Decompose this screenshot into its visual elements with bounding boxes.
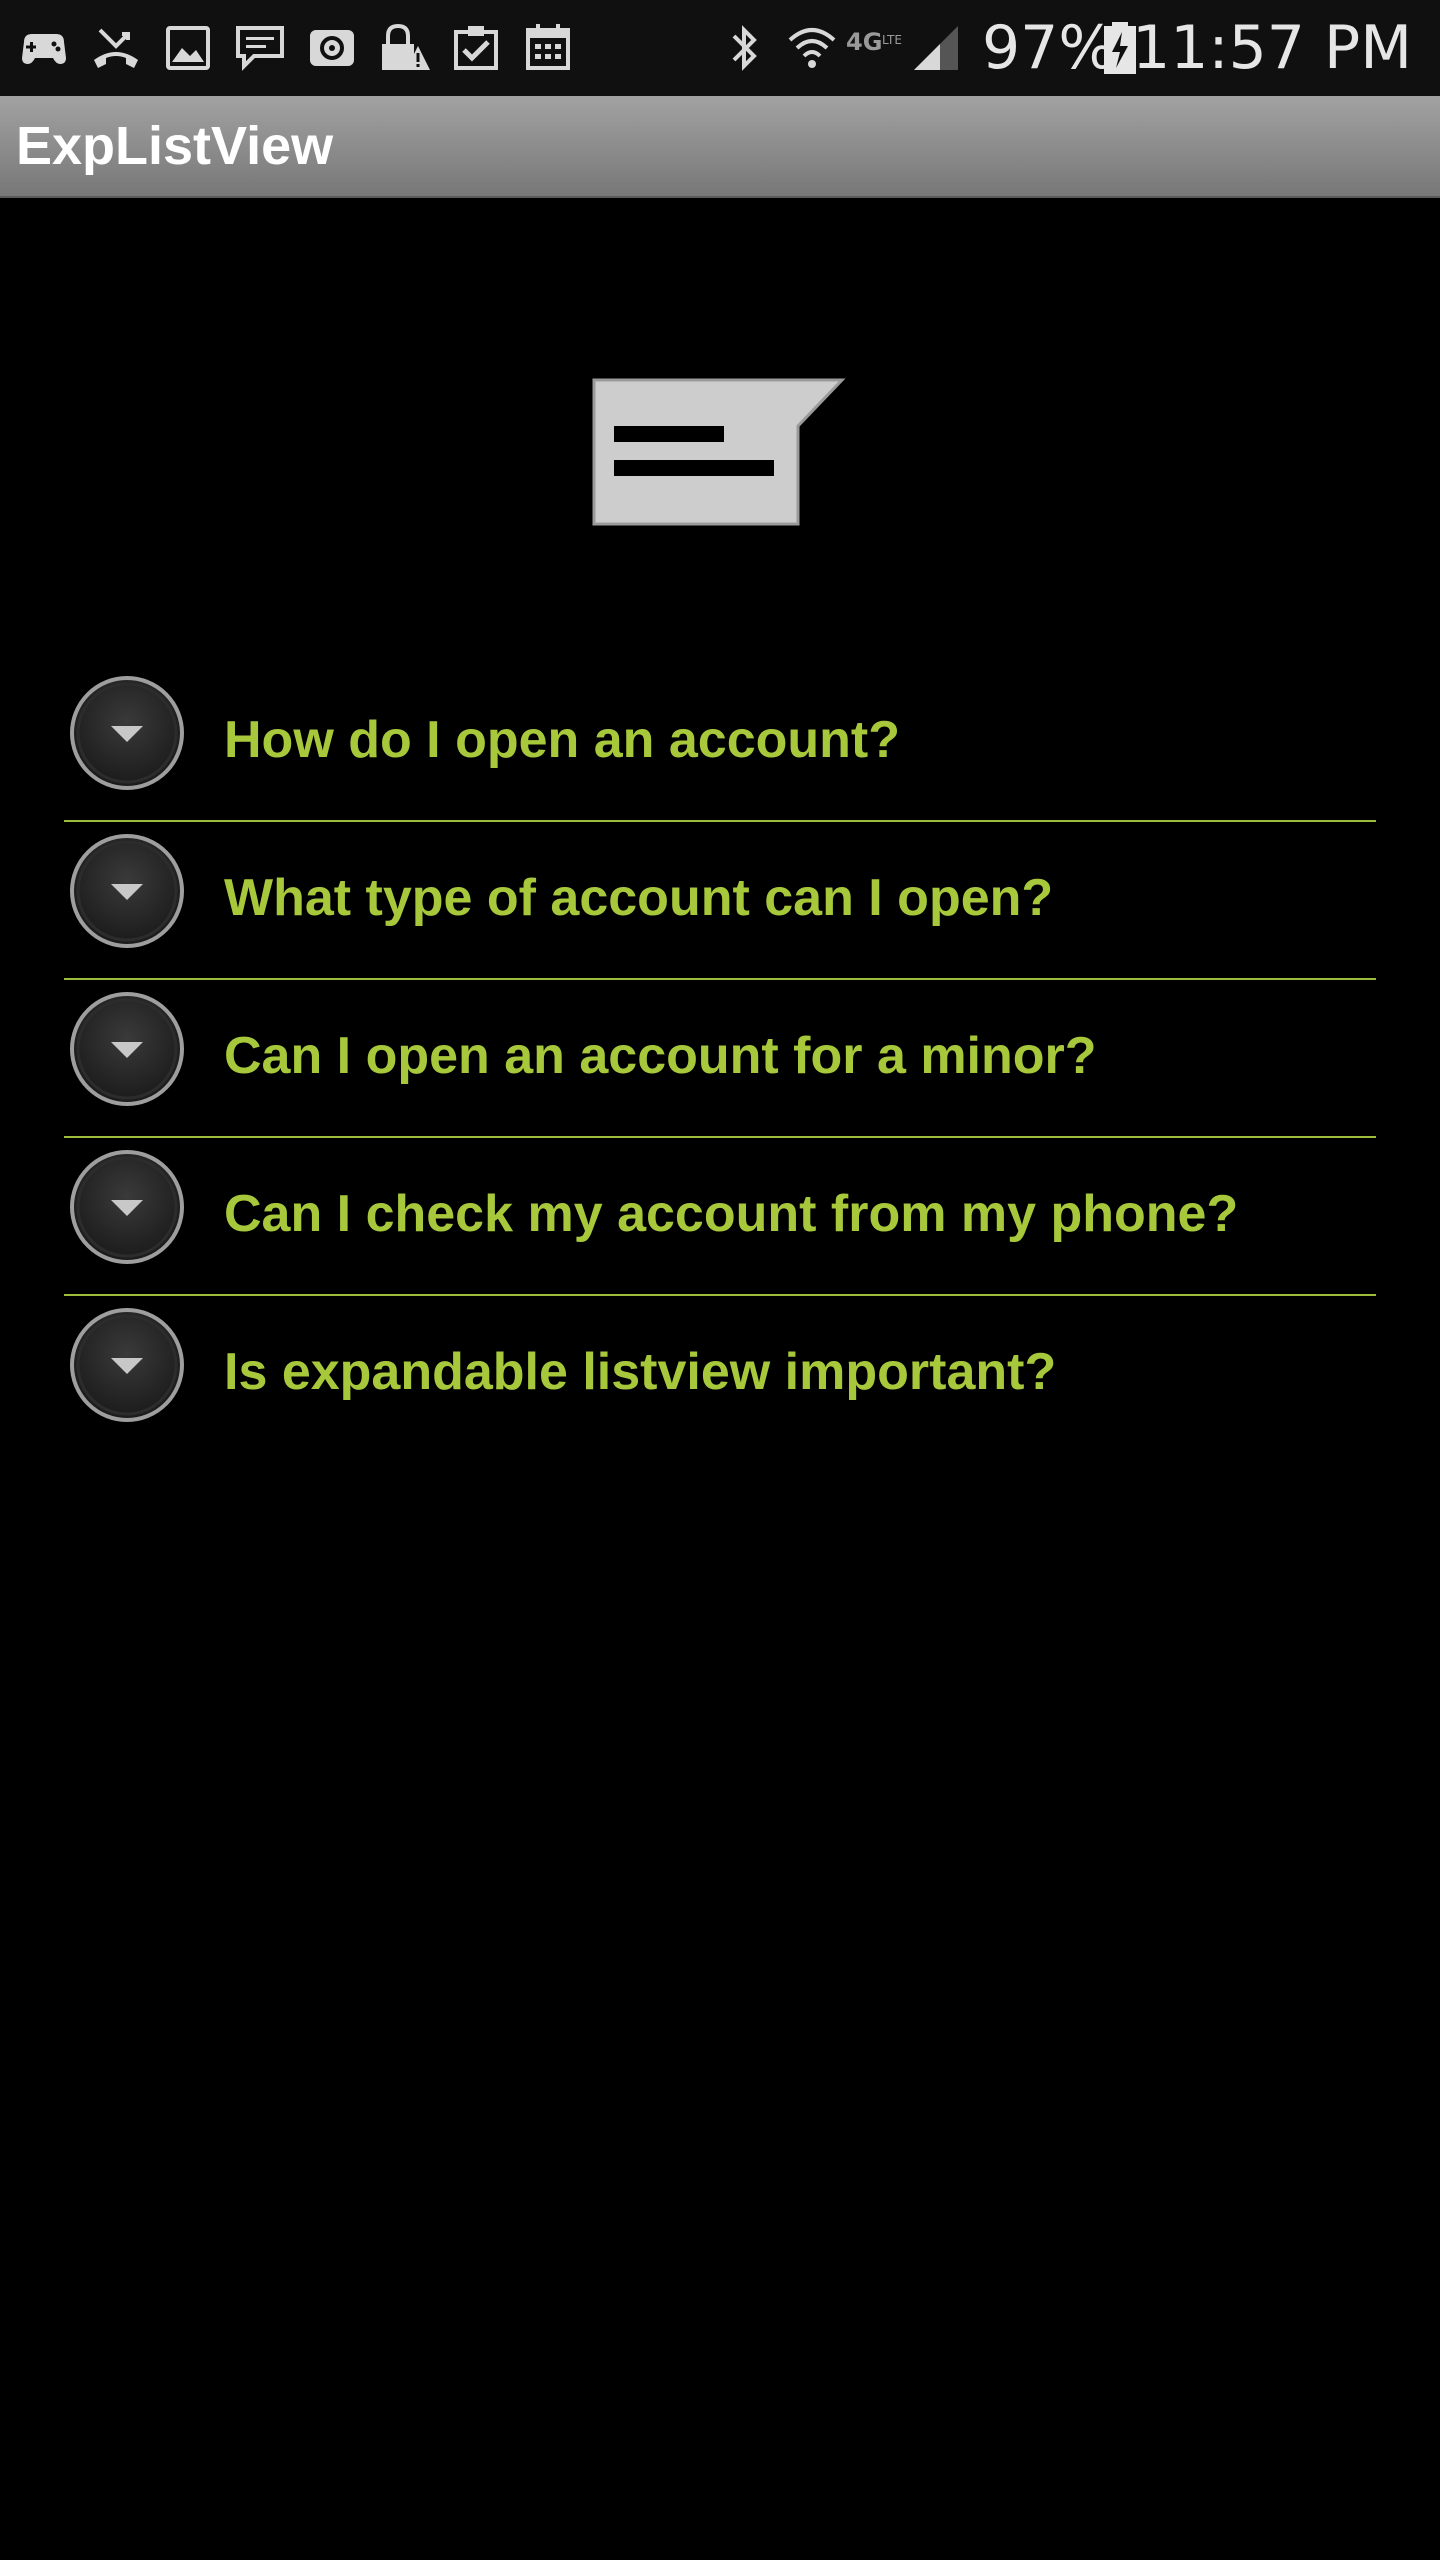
lte-icon: 4G LTE [844,20,908,76]
status-bar: 4G LTE 97% 11:57 PM [0,0,1440,96]
clock: 11:57 PM [1132,13,1412,83]
game-controller-icon [16,20,72,76]
faq-question-label: Can I open an account for a minor? [224,1027,1097,1085]
email-icon [304,20,360,76]
expand-arrow-icon[interactable] [68,832,186,950]
message-bubble-icon [590,376,846,528]
signal-icon [910,20,966,76]
faq-question-label: Can I check my account from my phone? [224,1185,1239,1243]
wifi-icon [784,20,840,76]
bluetooth-icon [716,20,772,76]
faq-group-row[interactable]: Can I open an account for a minor? [64,980,1376,1138]
svg-text:4G: 4G [846,28,882,56]
message-icon [232,20,288,76]
faq-group-row[interactable]: Is expandable listview important? [64,1296,1376,1452]
faq-group-row[interactable]: How do I open an account? [64,664,1376,822]
expand-arrow-icon[interactable] [68,990,186,1108]
faq-group-row[interactable]: Can I check my account from my phone? [64,1138,1376,1296]
calendar-icon [520,20,576,76]
faq-list: How do I open an account? What type of a… [64,664,1376,1452]
expand-arrow-icon[interactable] [68,1148,186,1266]
expand-arrow-icon[interactable] [68,1306,186,1424]
faq-question-label: Is expandable listview important? [224,1343,1057,1401]
svg-text:LTE: LTE [882,33,902,47]
app-title: ExpListView [16,116,334,176]
missed-call-icon [88,20,144,76]
battery-percent: 97% [982,13,1116,83]
clipboard-check-icon [448,20,504,76]
expand-arrow-icon[interactable] [68,674,186,792]
faq-question-label: What type of account can I open? [224,869,1054,927]
action-bar: ExpListView [0,96,1440,198]
lock-warning-icon [376,20,432,76]
gallery-icon [160,20,216,76]
faq-question-label: How do I open an account? [224,711,900,769]
faq-group-row[interactable]: What type of account can I open? [64,822,1376,980]
